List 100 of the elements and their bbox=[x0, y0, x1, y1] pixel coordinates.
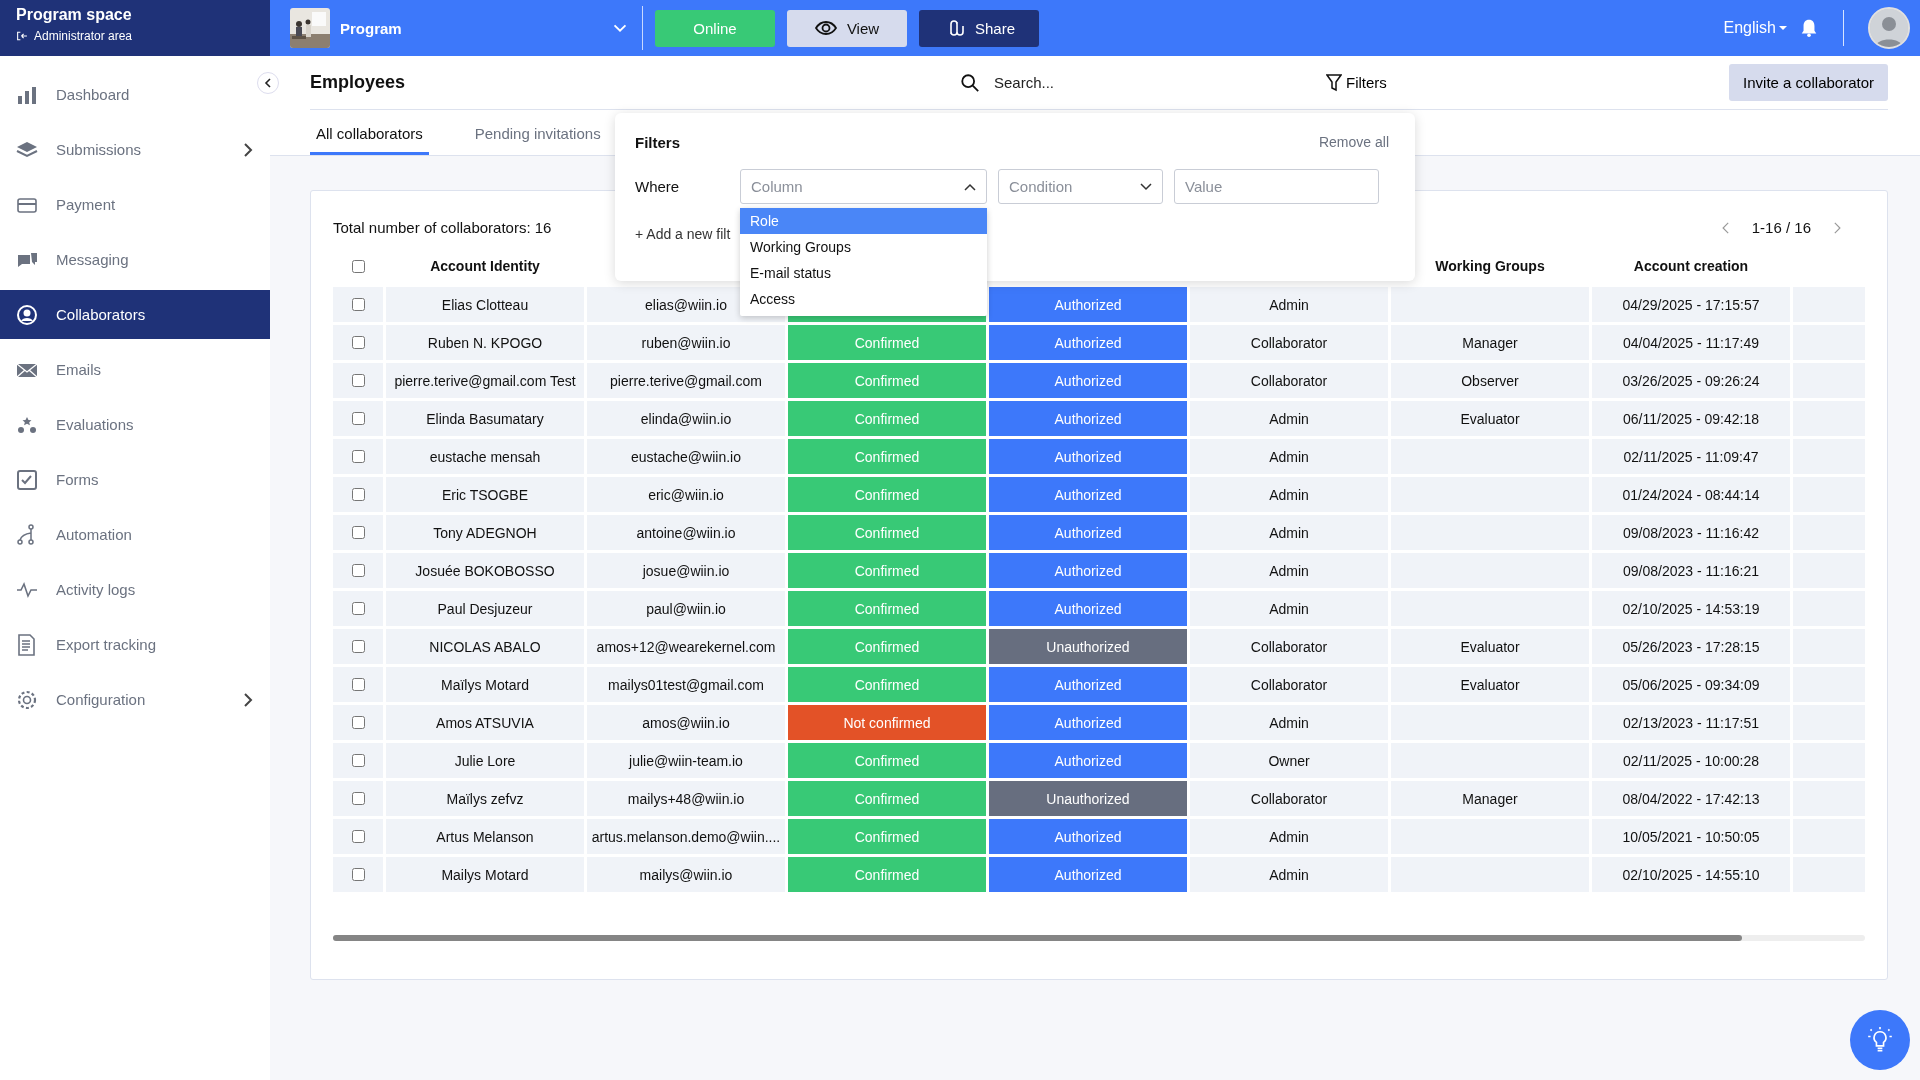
table-cell: Maïlys zefvz bbox=[386, 781, 584, 816]
column-header[interactable]: Account Identity bbox=[430, 258, 540, 274]
table-cell: amos+12@wearekernel.com bbox=[587, 629, 785, 664]
table-cell: Admin bbox=[1190, 439, 1388, 474]
total-count: Total number of collaborators: 16 bbox=[333, 219, 552, 236]
sidebar-item[interactable]: Automation bbox=[0, 510, 270, 559]
table-cell: Admin bbox=[1190, 591, 1388, 626]
sidebar-item[interactable]: Evaluations bbox=[0, 400, 270, 449]
collapse-button[interactable] bbox=[257, 72, 279, 94]
table-cell: Julie Lore bbox=[386, 743, 584, 778]
row-checkbox[interactable] bbox=[351, 602, 365, 615]
status-cell: Authorized bbox=[989, 553, 1187, 588]
table-cell: Collaborator bbox=[1190, 781, 1388, 816]
column-header[interactable]: Working Groups bbox=[1435, 258, 1545, 274]
dropdown-option[interactable]: E-mail status bbox=[740, 260, 987, 286]
table-cell: Admin bbox=[1190, 553, 1388, 588]
row-checkbox[interactable] bbox=[351, 830, 365, 843]
table-cell: Collaborator bbox=[1190, 363, 1388, 398]
status-cell: Authorized bbox=[989, 819, 1187, 854]
column-select[interactable]: Column bbox=[740, 169, 987, 204]
lightbulb-button[interactable] bbox=[1850, 1010, 1910, 1070]
sidebar-item[interactable]: Submissions bbox=[0, 125, 270, 174]
remove-all-link[interactable]: Remove all bbox=[1312, 133, 1395, 151]
status-cell: Authorized bbox=[989, 705, 1187, 740]
row-checkbox[interactable] bbox=[351, 450, 365, 463]
table-cell: 02/13/2023 - 11:17:51 bbox=[1592, 705, 1790, 740]
dropdown-option[interactable]: Role bbox=[740, 208, 987, 234]
chevron-down-icon bbox=[1140, 182, 1152, 191]
select-all-checkbox[interactable] bbox=[351, 259, 365, 273]
status-cell: Confirmed bbox=[788, 401, 986, 436]
tab[interactable]: All collaborators bbox=[310, 124, 429, 155]
row-checkbox[interactable] bbox=[351, 868, 365, 881]
status-cell: Confirmed bbox=[788, 743, 986, 778]
value-field[interactable]: Value bbox=[1174, 169, 1379, 204]
sidebar-item[interactable]: Forms bbox=[0, 455, 270, 504]
table-cell: Manager bbox=[1391, 781, 1589, 816]
table-cell: Evaluator bbox=[1391, 401, 1589, 436]
row-checkbox[interactable] bbox=[351, 298, 365, 311]
column-header[interactable]: Account creation bbox=[1633, 258, 1749, 274]
sidebar-item[interactable]: Emails bbox=[0, 345, 270, 394]
space-title: Program space bbox=[16, 6, 133, 24]
table-cell: elinda@wiin.io bbox=[587, 401, 785, 436]
row-checkbox[interactable] bbox=[351, 526, 365, 539]
invite-button[interactable]: Invite a collaborator bbox=[1729, 64, 1888, 101]
bell-icon[interactable] bbox=[1799, 18, 1819, 38]
row-checkbox[interactable] bbox=[351, 678, 365, 691]
table-cell: Collaborator bbox=[1190, 667, 1388, 702]
row-checkbox[interactable] bbox=[351, 640, 365, 653]
sidebar-item[interactable]: Messaging bbox=[0, 235, 270, 284]
sidebar-item[interactable]: Payment bbox=[0, 180, 270, 229]
table-cell: Mailys Motard bbox=[386, 857, 584, 892]
status-cell: Confirmed bbox=[788, 857, 986, 892]
filters-button[interactable]: Filters bbox=[1320, 72, 1393, 93]
status-cell: Authorized bbox=[989, 477, 1187, 512]
sidebar-item[interactable]: Export tracking bbox=[0, 620, 270, 669]
dropdown-option[interactable]: Working Groups bbox=[740, 234, 987, 260]
status-cell: Authorized bbox=[989, 857, 1187, 892]
row-checkbox[interactable] bbox=[351, 412, 365, 425]
row-checkbox[interactable] bbox=[351, 488, 365, 501]
row-checkbox[interactable] bbox=[351, 792, 365, 805]
add-filter-link[interactable]: + Add a new filt bbox=[635, 226, 731, 242]
row-checkbox[interactable] bbox=[351, 754, 365, 767]
share-button[interactable]: Share bbox=[919, 9, 1039, 47]
sidebar-item[interactable]: Configuration bbox=[0, 675, 270, 724]
table-cell: Manager bbox=[1391, 325, 1589, 360]
sidebar-item[interactable]: Dashboard bbox=[0, 70, 270, 119]
table-cell: Admin bbox=[1190, 705, 1388, 740]
language-selector[interactable]: English bbox=[1723, 19, 1787, 37]
user-icon bbox=[16, 303, 38, 326]
row-checkbox[interactable] bbox=[351, 374, 365, 387]
admin-area-link[interactable]: Administrator area bbox=[34, 29, 133, 43]
table-cell: Elinda Basumatary bbox=[386, 401, 584, 436]
table-cell: amos@wiin.io bbox=[587, 705, 785, 740]
table-cell: 03/26/2025 - 09:26:24 bbox=[1592, 363, 1790, 398]
status-cell: Authorized bbox=[989, 667, 1187, 702]
table-cell: Admin bbox=[1190, 857, 1388, 892]
row-checkbox[interactable] bbox=[351, 564, 365, 577]
search-field[interactable]: Search... bbox=[992, 73, 1146, 92]
table-cell: ruben@wiin.io bbox=[587, 325, 785, 360]
search-icon[interactable] bbox=[960, 72, 980, 93]
tab[interactable]: Pending invitations bbox=[468, 124, 607, 155]
status-cell: Authorized bbox=[989, 287, 1187, 322]
dropdown-option[interactable]: Access bbox=[740, 286, 987, 312]
row-checkbox[interactable] bbox=[351, 336, 365, 349]
table-cell: Eric TSOGBE bbox=[386, 477, 584, 512]
avatar[interactable] bbox=[1868, 7, 1910, 49]
checkbox-icon bbox=[16, 468, 38, 491]
condition-select[interactable]: Condition bbox=[998, 169, 1163, 204]
row-checkbox[interactable] bbox=[351, 716, 365, 729]
table-cell: 05/06/2025 - 09:34:09 bbox=[1592, 667, 1790, 702]
table-cell: Maïlys Motard bbox=[386, 667, 584, 702]
table-cell: 06/11/2025 - 09:42:18 bbox=[1592, 401, 1790, 436]
table-cell: Owner bbox=[1190, 743, 1388, 778]
status-cell: Authorized bbox=[989, 743, 1187, 778]
table-cell: 08/04/2022 - 17:42:13 bbox=[1592, 781, 1790, 816]
sidebar-item[interactable]: Activity logs bbox=[0, 565, 270, 614]
view-button[interactable]: View bbox=[787, 9, 907, 47]
scrollbar-thumb[interactable] bbox=[333, 935, 1743, 941]
sidebar-item[interactable]: Collaborators bbox=[0, 290, 270, 339]
gear-icon bbox=[16, 688, 38, 711]
